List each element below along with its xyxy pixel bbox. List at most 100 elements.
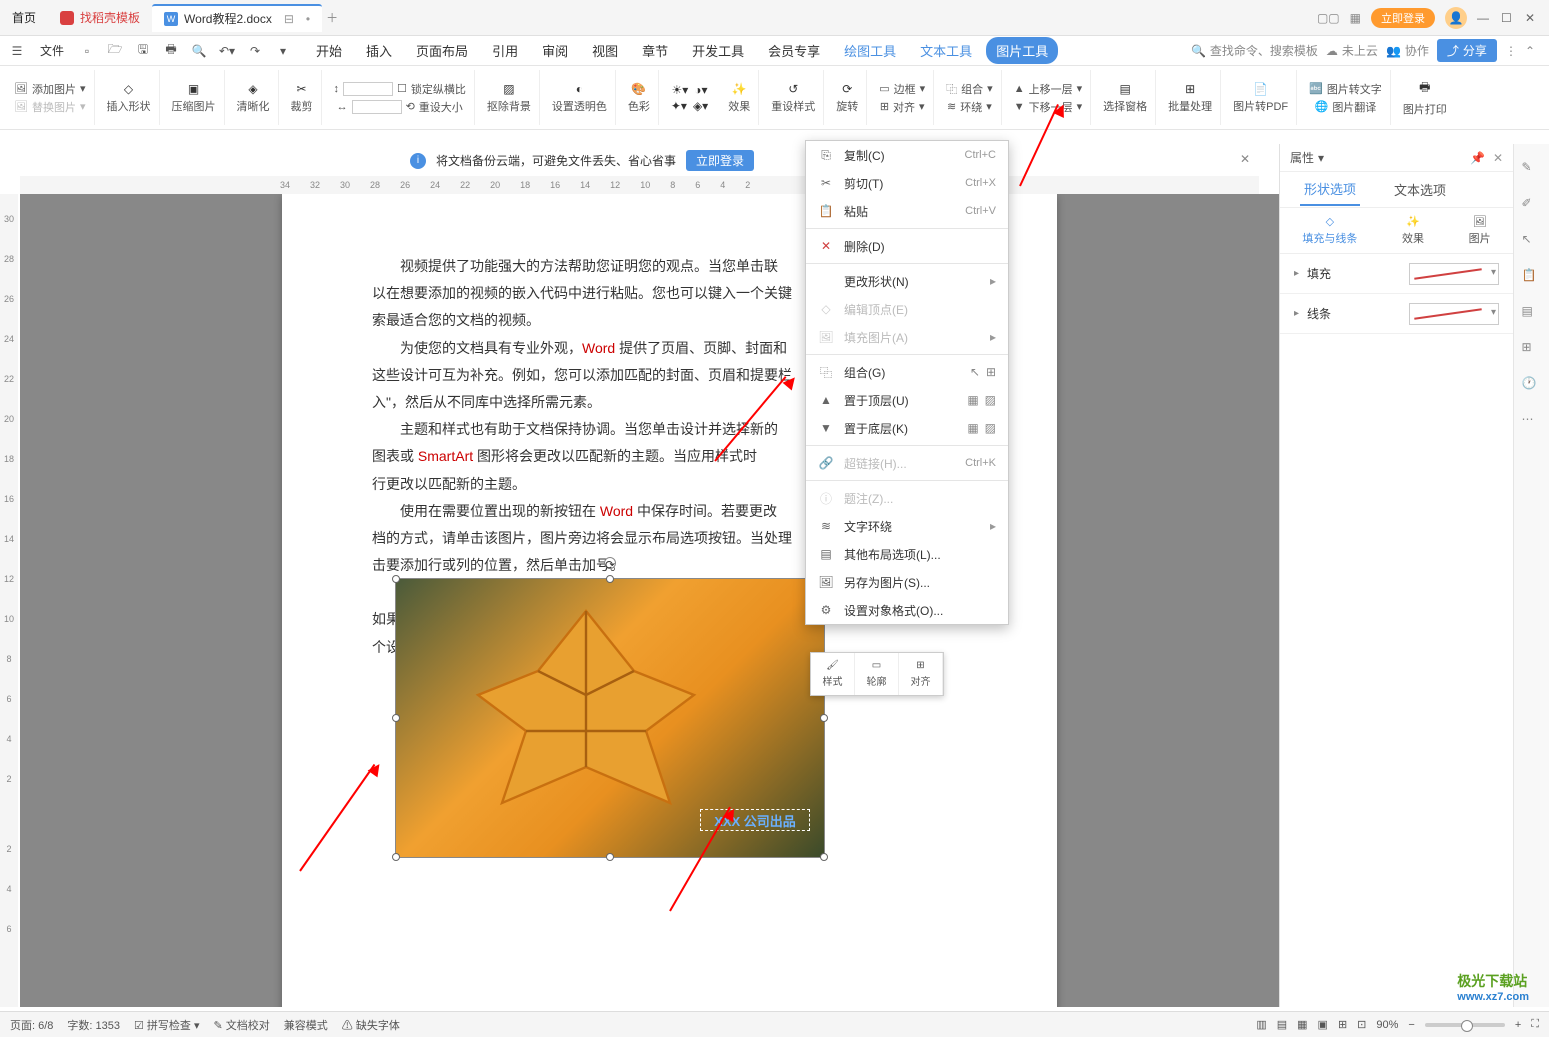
bring-forward-button[interactable]: ▲ 上移一层 ▾ [1014,81,1082,97]
view-page-icon[interactable]: ▥ [1256,1018,1266,1031]
notify-login-button[interactable]: 立即登录 [686,150,754,171]
selected-image[interactable]: XXX 公司出品 ⟳ [395,578,825,858]
print-icon[interactable]: 🖶 [160,40,182,62]
zoom-value[interactable]: 90% [1376,1019,1398,1031]
cm-format-obj[interactable]: ⚙设置对象格式(O)... [806,596,1008,624]
cm-more-layout[interactable]: ▤其他布局选项(L)... [806,540,1008,568]
exposure-icon[interactable]: ✦▾ [671,99,687,113]
undo-icon[interactable]: ↶▾ [216,40,238,62]
prop-subtab-fill[interactable]: ◇填充与线条 [1302,215,1357,246]
spell-check[interactable]: ☑ 拼写检查 ▾ [134,1017,200,1033]
contrast-icon[interactable]: ◑▾ [694,83,707,97]
resize-handle[interactable] [606,853,614,861]
tab-dev[interactable]: 开发工具 [682,37,754,64]
new-tab-button[interactable]: ＋ [326,9,338,26]
notify-close-icon[interactable]: ✕ [1240,152,1250,166]
menu-icon[interactable]: ☰ [6,40,28,62]
resize-handle[interactable] [820,853,828,861]
rt-layout-icon[interactable]: ⊞ [1522,340,1542,360]
prop-subtab-picture[interactable]: 🖼图片 [1469,215,1491,246]
dropdown-icon[interactable]: ▾ [272,40,294,62]
cm-save-as-pic[interactable]: 🖼另存为图片(S)... [806,568,1008,596]
proofread[interactable]: ✎ 文档校对 [214,1017,270,1033]
resize-handle[interactable] [392,575,400,583]
rt-clipboard-icon[interactable]: 📋 [1522,268,1542,288]
pic-to-text-button[interactable]: 🔤 图片转文字 [1309,81,1382,97]
grid-icon[interactable]: ▦ [1350,11,1361,25]
rb-batch[interactable]: ⊞批量处理 [1160,70,1221,125]
login-pill[interactable]: 立即登录 [1371,8,1435,28]
wrap-button[interactable]: ≋ 环绕 ▾ [947,99,992,115]
preview-icon[interactable]: 🔍 [188,40,210,62]
tint-icon[interactable]: ◈▾ [693,99,708,113]
tab-insert[interactable]: 插入 [356,37,402,64]
brightness-icon[interactable]: ☀▾ [672,83,689,97]
view-outline-icon[interactable]: ▦ [1297,1018,1307,1031]
tab-template[interactable]: 找稻壳模板 [48,4,152,32]
line-swatch[interactable]: ▾ [1409,303,1499,325]
rt-more-icon[interactable]: ⋯ [1522,412,1542,432]
tab-draw-tools[interactable]: 绘图工具 [834,37,906,64]
cm-wrap-text[interactable]: ≋文字环绕▸ [806,512,1008,540]
minimize-icon[interactable]: — [1477,11,1491,25]
layout-icon[interactable]: ▢▢ [1317,11,1340,25]
mini-align-button[interactable]: ⊞对齐 [899,653,943,695]
tab-text-tools[interactable]: 文本工具 [910,37,982,64]
file-menu[interactable]: 文件 [34,42,70,59]
tab-reference[interactable]: 引用 [482,37,528,64]
word-count[interactable]: 字数: 1353 [67,1017,120,1033]
align-button[interactable]: ⊞ 对齐 ▾ [880,99,925,115]
fill-swatch[interactable]: ▾ [1409,263,1499,285]
cm-group[interactable]: ⿻组合(G)↖⊞ [806,358,1008,386]
rb-pic-pdf[interactable]: 📄图片转PDF [1225,70,1297,125]
new-icon[interactable]: ▫ [76,40,98,62]
view-side-icon[interactable]: ⊞ [1338,1018,1347,1031]
open-icon[interactable]: 🗁 [104,40,126,62]
rb-remove-bg[interactable]: ▨抠除背景 [479,70,540,125]
pic-translate-button[interactable]: 🌐 图片翻译 [1315,99,1377,115]
rb-reset-style[interactable]: ↺重设样式 [763,70,824,125]
page-indicator[interactable]: 页面: 6/8 [10,1017,53,1033]
tab-home[interactable]: 首页 [0,4,48,32]
cm-bring-front[interactable]: ▲置于顶层(U)▦▨ [806,386,1008,414]
rb-sharpen[interactable]: ◈清晰化 [229,70,279,125]
resize-handle[interactable] [820,714,828,722]
cm-cut[interactable]: ✂剪切(T)Ctrl+X [806,169,1008,197]
rb-effects[interactable]: ✨效果 [720,70,759,125]
zoom-out-icon[interactable]: − [1408,1019,1414,1031]
window-close-icon[interactable]: ✕ [1525,11,1539,25]
cm-paste[interactable]: 📋粘贴Ctrl+V [806,197,1008,225]
share-button[interactable]: ⤴ 分享 [1437,39,1497,62]
rt-select-icon[interactable]: ↖ [1522,232,1542,252]
height-input[interactable] [343,82,393,96]
tab-start[interactable]: 开始 [306,37,352,64]
tab-close-icon[interactable]: • [306,12,310,26]
tab-view[interactable]: 视图 [582,37,628,64]
rb-selection-pane[interactable]: ▤选择窗格 [1095,70,1156,125]
cm-change-shape[interactable]: 更改形状(N)▸ [806,267,1008,295]
prop-line-row[interactable]: ▸线条▾ [1280,294,1513,334]
send-back-button[interactable]: ▼ 下移一层 ▾ [1014,99,1082,115]
mini-outline-button[interactable]: ▭轮廓 [855,653,899,695]
prop-close-icon[interactable]: ✕ [1493,151,1503,165]
rb-insert-shape[interactable]: ◇插入形状 [99,70,160,125]
rt-layers-icon[interactable]: ▤ [1522,304,1542,324]
prop-tab-shape[interactable]: 形状选项 [1300,173,1360,206]
cm-delete[interactable]: ✕删除(D) [806,232,1008,260]
fullscreen-icon[interactable]: ⛶ [1531,1018,1539,1031]
replace-image-button[interactable]: 🖼 替换图片 ▾ [14,99,86,115]
redo-icon[interactable]: ↷ [244,40,266,62]
rb-color[interactable]: 🎨色彩 [620,70,659,125]
view-read-icon[interactable]: ▣ [1318,1018,1328,1031]
rb-rotate[interactable]: ⟳旋转 [828,70,867,125]
prop-fill-row[interactable]: ▸填充▾ [1280,254,1513,294]
group-button[interactable]: ⿻ 组合 ▾ [946,81,993,97]
command-search[interactable]: 🔍 查找命令、搜索模板 [1191,42,1318,59]
rb-print-pic[interactable]: 🖶图片打印 [1395,70,1455,125]
cm-copy[interactable]: ⎘复制(C)Ctrl+C [806,141,1008,169]
fit-icon[interactable]: ⊡ [1357,1018,1366,1031]
collapse-ribbon-icon[interactable]: ⋮ [1505,44,1517,58]
resize-handle[interactable] [392,853,400,861]
rt-draw-icon[interactable]: ✐ [1522,196,1542,216]
prop-tab-text[interactable]: 文本选项 [1390,174,1450,205]
